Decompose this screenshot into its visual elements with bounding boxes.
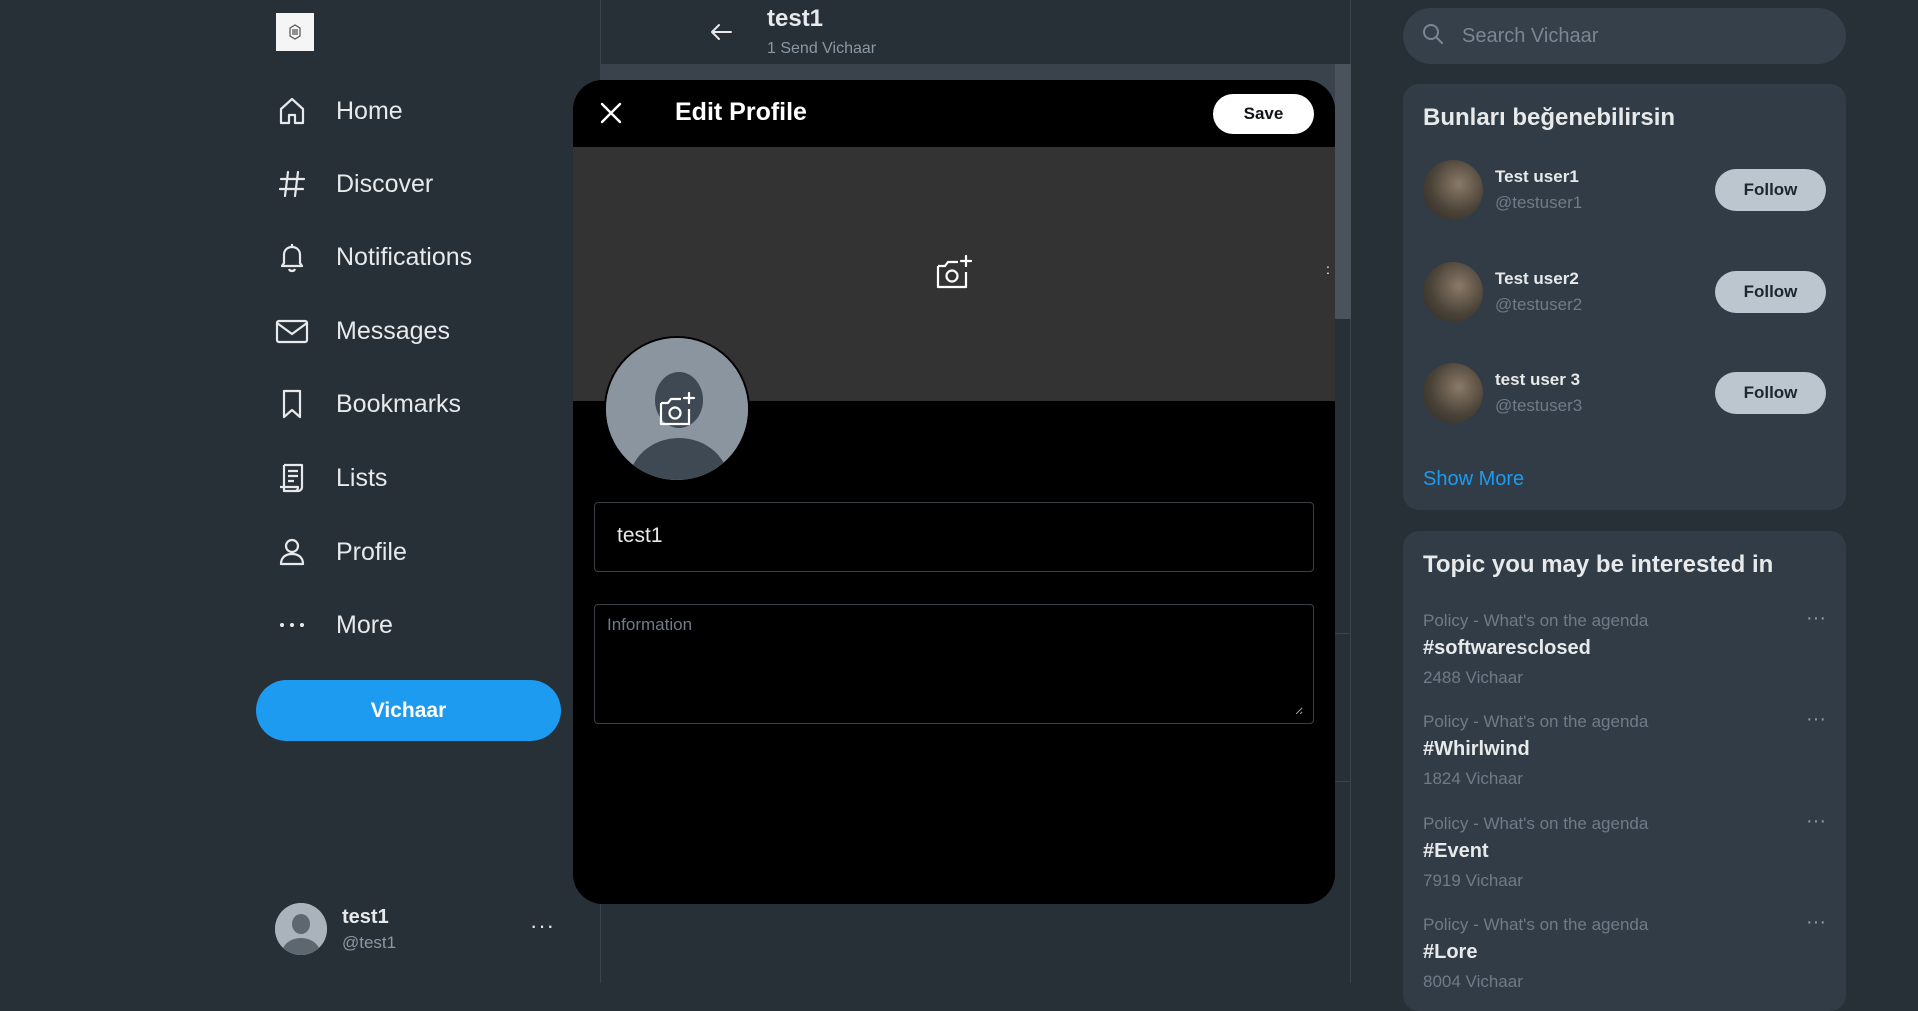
sidebar-item-label: Notifications [336, 242, 473, 271]
sidebar-item-discover[interactable]: Discover [275, 159, 433, 209]
page-title: test1 [767, 5, 824, 32]
bookmark-icon [275, 387, 309, 421]
topic-menu-icon[interactable]: ··· [1806, 810, 1826, 833]
avatar [275, 903, 327, 955]
user-handle: @testuser2 [1495, 295, 1583, 314]
topic-count: 2488 Vichaar [1423, 668, 1523, 687]
follow-button[interactable]: Follow [1715, 169, 1826, 211]
sidebar-item-label: More [336, 610, 393, 639]
back-arrow-icon[interactable] [705, 16, 737, 53]
sidebar-item-label: Lists [336, 463, 388, 492]
left-sidebar: Home Discover Notifications Messages Boo… [0, 0, 601, 983]
topic-menu-icon[interactable]: ··· [1806, 708, 1826, 731]
topic-count: 7919 Vichaar [1423, 871, 1523, 890]
home-icon [275, 94, 309, 128]
close-icon[interactable] [595, 97, 627, 129]
sidebar-item-lists[interactable]: Lists [275, 453, 387, 503]
suggested-user[interactable]: test user 3 @testuser3 Follow [1423, 361, 1826, 425]
topics-card: Topic you may be interested in Policy - … [1403, 531, 1846, 1011]
information-field[interactable] [594, 604, 1314, 724]
topic-tag: #softwaresclosed [1423, 637, 1591, 659]
user-handle: @testuser3 [1495, 396, 1583, 415]
search-bar[interactable] [1403, 8, 1846, 64]
sidebar-item-profile[interactable]: Profile [275, 527, 407, 577]
topic-menu-icon[interactable]: ··· [1806, 911, 1826, 934]
sidebar-item-label: Discover [336, 169, 434, 198]
envelope-icon [275, 314, 309, 348]
show-more-link[interactable]: Show More [1423, 468, 1524, 491]
account-switcher[interactable]: test1 @test1 ··· [275, 901, 555, 957]
sidebar-item-more[interactable]: More [275, 600, 393, 650]
app-logo[interactable] [276, 13, 314, 51]
user-name: Test user2 [1495, 269, 1579, 288]
avatar [1423, 363, 1483, 423]
topics-title: Topic you may be interested in [1423, 551, 1774, 578]
search-input[interactable] [1460, 23, 1820, 49]
default-avatar-icon [275, 903, 327, 955]
account-menu-icon[interactable]: ··· [530, 913, 555, 939]
topic-item[interactable]: Policy - What's on the agenda #softwares… [1423, 607, 1826, 701]
topic-count: 8004 Vichaar [1423, 972, 1523, 991]
list-icon [275, 461, 309, 495]
topic-tag: #Whirlwind [1423, 738, 1530, 760]
post-count: 1 Send Vichaar [767, 40, 877, 57]
hashtag-icon [275, 167, 309, 201]
topic-category: Policy - What's on the agenda [1423, 712, 1649, 731]
suggestions-title: Bunları beğenebilirsin [1423, 104, 1676, 131]
search-icon [1421, 22, 1445, 51]
sidebar-item-home[interactable]: Home [275, 86, 403, 136]
profile-header: test1 1 Send Vichaar [601, 0, 1351, 64]
edit-profile-modal: Edit Profile Save : [573, 80, 1335, 904]
name-field[interactable] [594, 502, 1314, 572]
sidebar-item-label: Home [336, 96, 403, 125]
account-name: test1 [342, 905, 389, 928]
avatar [1423, 160, 1483, 220]
who-to-follow-card: Bunları beğenebilirsin Test user1 @testu… [1403, 84, 1846, 510]
modal-title: Edit Profile [675, 98, 807, 126]
topic-item[interactable]: Policy - What's on the agenda #Event 791… [1423, 810, 1826, 904]
account-handle: @test1 [342, 932, 397, 952]
topic-category: Policy - What's on the agenda [1423, 915, 1649, 934]
person-icon [275, 535, 309, 569]
topic-tag: #Event [1423, 840, 1489, 862]
information-textarea[interactable] [605, 613, 1303, 715]
suggested-user[interactable]: Test user2 @testuser2 Follow [1423, 260, 1826, 324]
post-vichaar-button[interactable]: Vichaar [256, 680, 561, 741]
user-name: test user 3 [1495, 370, 1581, 389]
sidebar-item-messages[interactable]: Messages [275, 306, 450, 356]
suggested-user[interactable]: Test user1 @testuser1 Follow [1423, 158, 1826, 222]
sidebar-item-notifications[interactable]: Notifications [275, 232, 472, 282]
user-name: Test user1 [1495, 167, 1579, 186]
more-dots-icon [275, 608, 309, 642]
sidebar-item-bookmarks[interactable]: Bookmarks [275, 379, 461, 429]
topic-tag: #Lore [1423, 941, 1478, 963]
add-photo-icon[interactable] [934, 254, 974, 296]
user-handle: @testuser1 [1495, 193, 1583, 212]
topic-menu-icon[interactable]: ··· [1806, 607, 1826, 630]
scrollbar[interactable] [1335, 64, 1351, 319]
topic-item[interactable]: Policy - What's on the agenda #Lore 8004… [1423, 911, 1826, 1005]
banner-edge-glyph: : [1326, 261, 1330, 277]
bell-icon [275, 240, 309, 274]
avatar [1423, 262, 1483, 322]
follow-button[interactable]: Follow [1715, 271, 1826, 313]
logo-icon [289, 24, 301, 40]
follow-button[interactable]: Follow [1715, 372, 1826, 414]
sidebar-item-label: Messages [336, 316, 450, 345]
profile-avatar-upload[interactable] [604, 336, 750, 482]
add-photo-icon[interactable] [657, 392, 697, 428]
sidebar-item-label: Bookmarks [336, 389, 462, 418]
save-button[interactable]: Save [1213, 94, 1314, 134]
modal-header: Edit Profile Save [573, 80, 1335, 146]
topic-count: 1824 Vichaar [1423, 769, 1523, 788]
sidebar-item-label: Profile [336, 537, 407, 566]
topic-category: Policy - What's on the agenda [1423, 611, 1649, 630]
topic-category: Policy - What's on the agenda [1423, 814, 1649, 833]
topic-item[interactable]: Policy - What's on the agenda #Whirlwind… [1423, 708, 1826, 802]
name-input[interactable] [615, 523, 1295, 549]
